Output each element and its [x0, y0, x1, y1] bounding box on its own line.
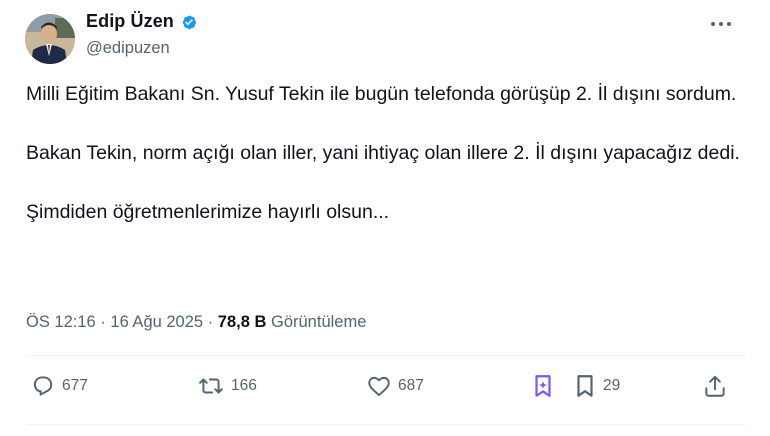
more-options-icon[interactable]: [708, 16, 734, 32]
reply-button[interactable]: 677: [30, 373, 88, 399]
tweet-paragraph: Milli Eğitim Bakanı Sn. Yusuf Tekin ile …: [26, 83, 737, 105]
views-label: Görüntüleme: [271, 313, 367, 331]
verified-badge-icon[interactable]: [179, 12, 199, 32]
tweet-time[interactable]: ÖS 12:16: [26, 313, 96, 331]
share-button[interactable]: [702, 373, 728, 399]
divider: [26, 355, 746, 356]
heart-icon: [366, 373, 392, 399]
like-count: 687: [398, 377, 424, 394]
action-bar: 677 166 687 29: [0, 373, 770, 403]
grok-icon: [532, 373, 554, 399]
repost-count: 166: [231, 377, 257, 394]
meta-separator: ·: [207, 313, 214, 331]
author-name-row: Edip Üzen: [86, 11, 199, 32]
author-handle[interactable]: @edipuzen: [86, 39, 170, 58]
meta-separator: ·: [100, 313, 106, 331]
reply-count: 677: [62, 377, 88, 394]
like-button[interactable]: 687: [366, 373, 424, 399]
bookmark-button[interactable]: 29: [573, 373, 620, 399]
grok-button[interactable]: [532, 373, 554, 399]
divider: [26, 424, 746, 425]
bookmark-count: 29: [603, 377, 621, 394]
tweet-paragraph: Şimdiden öğretmenlerimize hayırlı olsun.…: [26, 201, 390, 223]
reply-icon: [30, 373, 56, 399]
bookmark-icon: [573, 373, 597, 399]
avatar[interactable]: [25, 14, 75, 64]
tweet-paragraph: Bakan Tekin, norm açığı olan iller, yani…: [26, 142, 740, 164]
tweet-card: Edip Üzen @edipuzen Milli Eğitim Bakanı …: [0, 0, 770, 436]
tweet-text: Milli Eğitim Bakanı Sn. Yusuf Tekin ile …: [26, 80, 746, 227]
repost-icon: [197, 373, 225, 399]
share-icon: [702, 373, 728, 399]
tweet-date[interactable]: 16 Ağu 2025: [110, 313, 203, 331]
tweet-meta: ÖS 12:16 · 16 Ağu 2025 · 78,8 B Görüntül…: [26, 313, 366, 332]
views-count: 78,8 B: [217, 313, 267, 331]
repost-button[interactable]: 166: [197, 373, 257, 399]
author-display-name[interactable]: Edip Üzen: [86, 11, 174, 32]
